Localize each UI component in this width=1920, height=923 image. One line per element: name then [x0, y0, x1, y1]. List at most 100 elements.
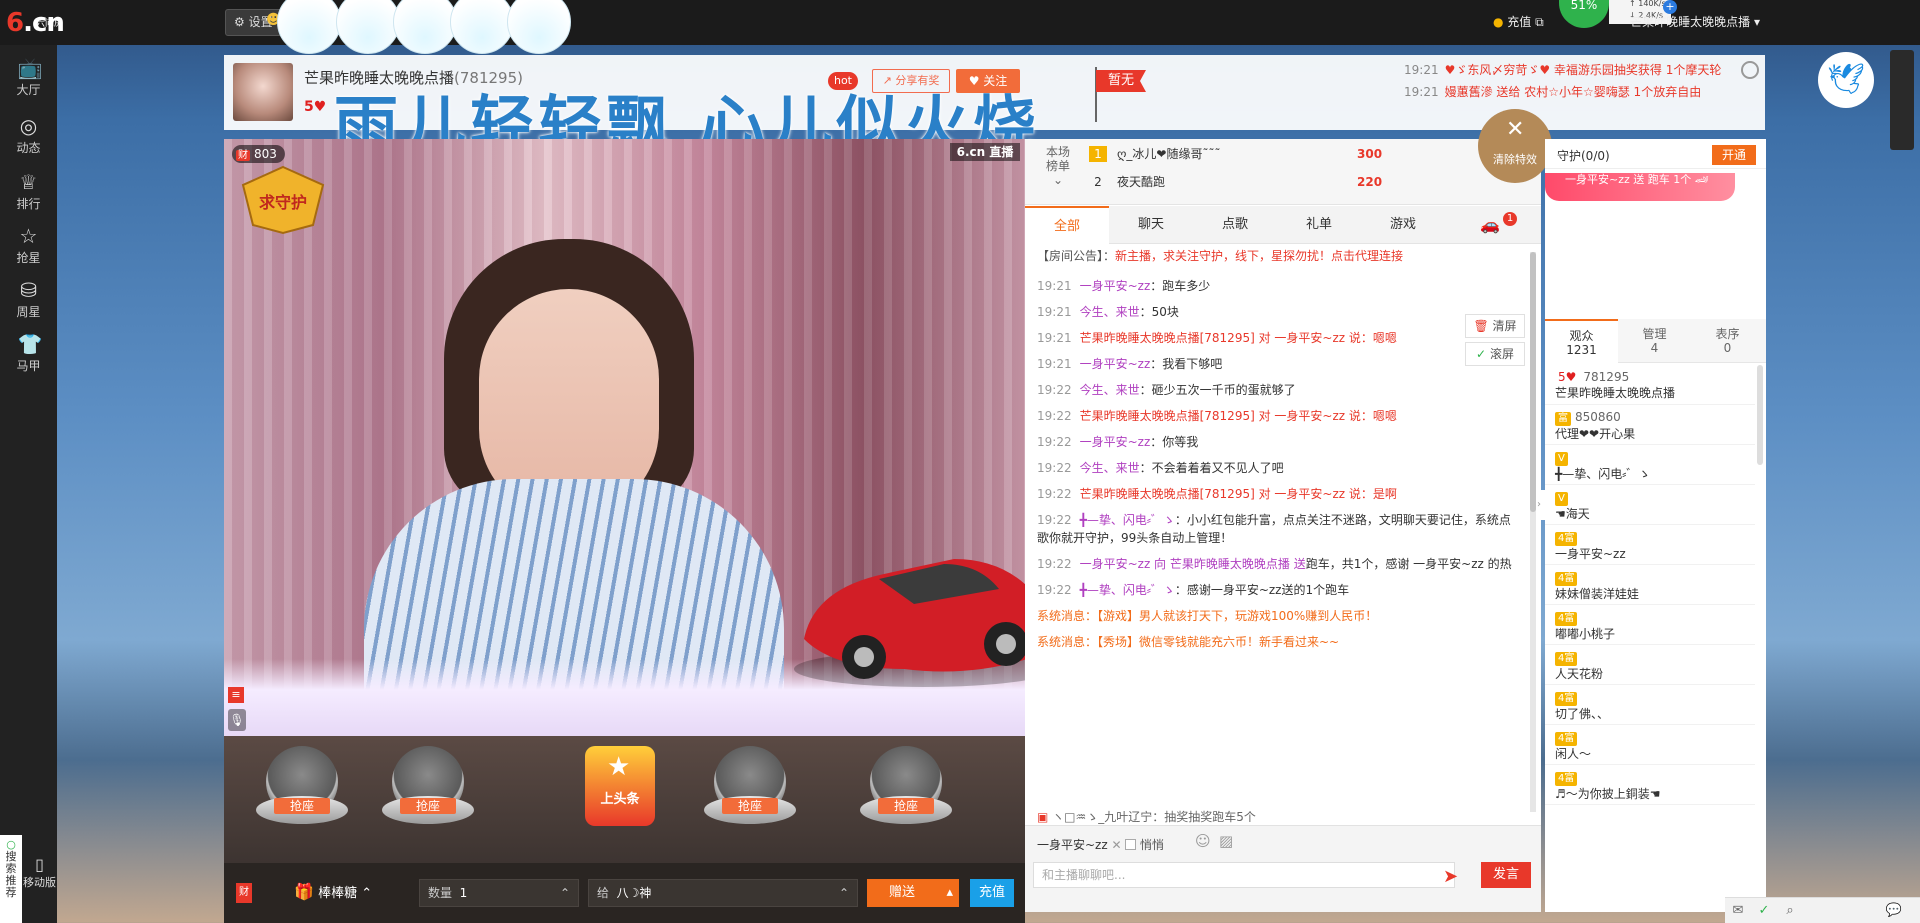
message-user[interactable]: 一身平安~zz [1080, 279, 1151, 293]
message-user[interactable]: 一身平安~zz [1080, 357, 1151, 371]
tab-gifts[interactable]: 礼单 [1277, 206, 1361, 244]
recharge-link[interactable]: ● 充值 ⧉ [1493, 8, 1544, 36]
audience-item[interactable]: V ☚海天 [1545, 485, 1755, 525]
zoom-icon[interactable]: ⌕ [1777, 898, 1803, 923]
message-user[interactable]: 芒果昨晚睡太晚晚点播[781295] 对 一身平安~zz 说： [1080, 487, 1373, 501]
sidebar-item-week-star[interactable]: ⛁ 周星 [0, 271, 57, 333]
sidebar-item-grab-star[interactable]: ☆ 抢星 [0, 217, 57, 279]
message-time: 19:22 [1037, 583, 1072, 597]
emoji-icon[interactable]: ☺ [1195, 832, 1211, 850]
audience-item[interactable]: V ╋—挚、闪电⸗゛ゝ [1545, 445, 1755, 485]
system-message[interactable]: 系统消息：【秀场】微信零钱就能充六币！新手看过来~~ [1037, 633, 1512, 651]
sports-car-effect [794, 559, 1025, 687]
check-icon[interactable]: ✓ [1751, 898, 1777, 923]
chat-scrollbar[interactable] [1530, 252, 1536, 812]
chat-messages[interactable]: 19:21 一身平安~zz：跑车多少 19:21 今生、来世：50块 19:21 芒果昨晚… [1037, 269, 1512, 779]
close-icon[interactable]: ✕ [1111, 838, 1121, 852]
collapse-arrow-icon[interactable]: › [1537, 490, 1545, 520]
chat-input[interactable]: 和主播聊聊吧... [1033, 862, 1455, 888]
floating-toolbar[interactable] [1890, 50, 1914, 150]
tab-songs[interactable]: 点歌 [1193, 206, 1277, 244]
paper-plane-icon[interactable]: ➤ [1443, 866, 1458, 887]
message-user[interactable]: 今生、来世 [1080, 383, 1140, 397]
rank-row[interactable]: 2 夜天酷跑 220 [1089, 169, 1419, 195]
seat-slot[interactable]: 抢座 [380, 746, 476, 842]
audience-item[interactable]: 4富 闲人～ [1545, 725, 1755, 765]
audience-item[interactable]: 5♥ 781295 芒果昨晚睡太晚晚点播 [1545, 365, 1755, 405]
audience-list[interactable]: 5♥ 781295 芒果昨晚睡太晚晚点播富 850860 代理❤❤开心果 V ╋—挚、闪电⸗… [1545, 365, 1755, 912]
guard-request-badge[interactable]: 求守护 [238, 165, 328, 235]
message-user[interactable]: ╋—挚、闪电⸗゛ゝ [1080, 583, 1175, 597]
wealth-tag[interactable]: 财 [236, 883, 252, 903]
audience-item[interactable]: 富 850860 代理❤❤开心果 [1545, 405, 1755, 445]
image-icon[interactable]: ▨ [1219, 832, 1233, 850]
rank-title[interactable]: 本场榜单 ⌄ [1043, 145, 1073, 187]
audience-item[interactable]: 4富 一身平安~zz [1545, 525, 1755, 565]
message-text: ：砸少五次一千币的蛋就够了 [1139, 383, 1296, 397]
clear-screen-button[interactable]: 🗑 清屏 [1465, 314, 1525, 338]
guard-header: 守护(0/0) 开通 [1545, 139, 1766, 169]
recipient-select[interactable]: 给 八☽神 ⌃ [588, 879, 858, 907]
site-logo[interactable]: 6.cn 六间房 [6, 6, 68, 40]
message-user[interactable]: 今生、来世 [1080, 305, 1140, 319]
audience-item[interactable]: 4富 ♬～为你披上銅装☚ [1545, 765, 1755, 805]
audience-scrollbar[interactable] [1757, 365, 1763, 465]
sidebar-item-hall[interactable]: 📺 大厅 [0, 49, 57, 111]
seat-slot[interactable]: 抢座 [702, 746, 798, 842]
menu-icon[interactable]: ≡ [228, 687, 244, 703]
message-user[interactable]: 今生、来世 [1080, 461, 1140, 475]
message-user[interactable]: 芒果昨晚睡太晚晚点播[781295] 对 一身平安~zz 说： [1080, 409, 1373, 423]
video-player[interactable]: 财 803 求守护 6.cn 直播 ≡ 🎙 [224, 139, 1025, 736]
send-message-button[interactable]: 发言 [1481, 862, 1531, 888]
anchor-avatar[interactable] [233, 63, 293, 121]
headline-button[interactable]: ★ 上头条 [585, 746, 655, 826]
sidebar-item-dynamic[interactable]: ◎ 动态 [0, 107, 57, 169]
message-user[interactable]: ╋—挚、闪电⸗゛ゝ [1080, 513, 1175, 527]
rank-row[interactable]: 1 ღ_冰儿❤随缘哥˜˜˜ 300 [1089, 141, 1419, 167]
open-guard-button[interactable]: 开通 [1712, 145, 1756, 165]
scrollbar-thumb[interactable] [1530, 252, 1536, 512]
send-gift-button[interactable]: 赠送 ▴ [867, 879, 959, 907]
tab-chat[interactable]: 聊天 [1109, 206, 1193, 244]
mail-icon[interactable]: ✉ [1725, 898, 1751, 923]
tab-games[interactable]: 游戏 [1361, 206, 1445, 244]
audience-item[interactable]: 4富 妹妹僧装洋娃娃 [1545, 565, 1755, 605]
chat-bubble-icon[interactable]: 💬 [1881, 898, 1907, 923]
system-message[interactable]: 系统消息：【游戏】男人就该打天下，玩游戏100%赚到人民币！ [1037, 607, 1512, 625]
share-button[interactable]: ↗ 分享有奖 [872, 69, 950, 93]
fans-badge[interactable]: 财 803 [232, 145, 285, 163]
recipient-label: 给 [597, 886, 610, 900]
tab-audience[interactable]: 观众 1231 [1545, 319, 1618, 363]
scroll-lock-button[interactable]: ✓ 滚屏 [1465, 342, 1525, 366]
gift-selector[interactable]: 🎁 棒棒糖 ⌃ [294, 881, 372, 905]
tab-order[interactable]: 表序 0 [1691, 319, 1764, 363]
sidebar-item-rank[interactable]: ♕ 排行 [0, 163, 57, 225]
microphone-icon[interactable]: 🎙 [228, 709, 246, 731]
coin-icon: ● [1493, 15, 1508, 29]
phone-icon: ▯ [35, 855, 44, 874]
whisper-toggle[interactable]: 悄悄 [1125, 836, 1164, 853]
sidebar-item-vest[interactable]: 👕 马甲 [0, 325, 57, 387]
seat-slot[interactable]: 抢座 [254, 746, 350, 842]
mobile-version-link[interactable]: ▯ 移动版 [22, 855, 57, 895]
news-text: 嫚蕙舊滲 送给 农村☆小年☆婴嗨瑟 1个放弃自由 [1444, 85, 1702, 99]
message-user[interactable]: 芒果昨晚睡太晚晚点播[781295] 对 一身平安~zz 说： [1080, 331, 1373, 345]
follow-button[interactable]: ♥ 关注 [956, 69, 1020, 93]
audience-item[interactable]: 4富 嘟嘟小桃子 [1545, 605, 1755, 645]
target-user-chip[interactable]: 一身平安~zz ✕ [1037, 836, 1122, 853]
seat-slot[interactable]: 抢座 [858, 746, 954, 842]
user-menu[interactable]: 芒果昨晚睡太晚晚点播 ▾ [1630, 8, 1760, 36]
notice-text[interactable]: 新主播，求关注守护，线下，星探勿扰！点击代理连接 [1115, 249, 1403, 263]
quantity-input[interactable]: 数量 1 ⌃ [419, 879, 579, 907]
search-recommend-button[interactable]: ○ 搜索推荐 [0, 835, 22, 923]
checkbox[interactable] [1125, 839, 1136, 850]
tab-all[interactable]: 全部 [1025, 206, 1109, 244]
clear-effects-button[interactable]: ✕ 清除特效 [1478, 109, 1552, 183]
tab-admins[interactable]: 管理 4 [1618, 319, 1691, 363]
audience-item[interactable]: 4富 人天花粉 [1545, 645, 1755, 685]
message-user[interactable]: 一身平安~zz 向 芒果昨晚睡太晚晚点播 送 [1080, 557, 1306, 571]
recharge-button[interactable]: 充值 [970, 879, 1014, 907]
bird-logo-icon[interactable]: 🕊 [1818, 52, 1874, 108]
message-user[interactable]: 一身平安~zz [1080, 435, 1151, 449]
audience-item[interactable]: 4富 切了佛、、 [1545, 685, 1755, 725]
